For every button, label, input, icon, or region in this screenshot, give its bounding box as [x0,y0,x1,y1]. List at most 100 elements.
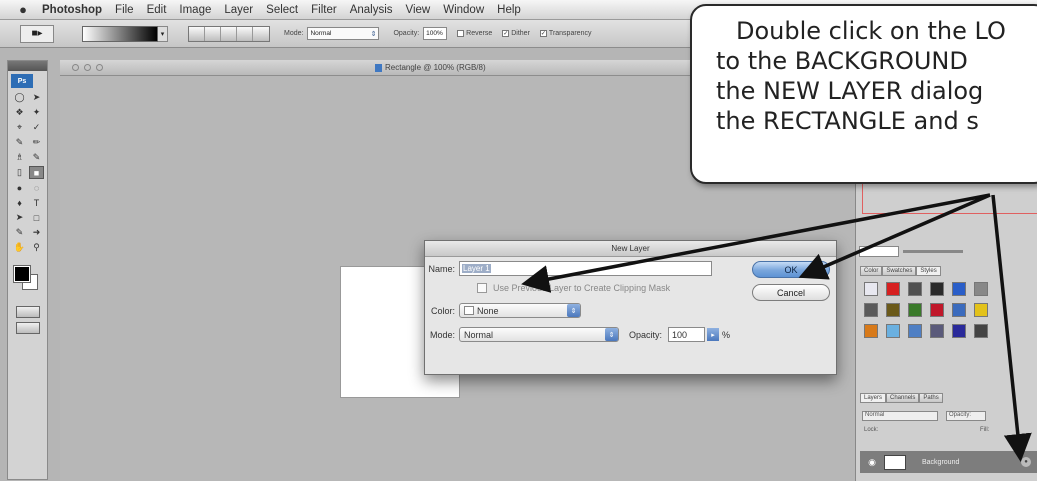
slice-tool-icon[interactable]: ✓ [29,121,44,134]
diamond-gradient-button[interactable] [253,26,269,41]
percent-sign: % [722,329,731,340]
quick-mask-button[interactable] [15,306,40,318]
opacity-slider-arrow-icon[interactable]: ▸ [707,328,720,341]
path-selection-tool-icon[interactable]: ➤ [12,211,27,224]
reverse-checkbox[interactable]: Reverse [457,30,492,37]
zoom-slider[interactable] [903,249,963,253]
screen-mode-button[interactable] [15,322,40,334]
dodge-tool-icon[interactable]: ◌ [29,181,44,194]
close-window-icon[interactable] [72,64,79,71]
crop-tool-icon[interactable]: ⌖ [12,121,27,134]
style-swatch[interactable] [864,303,878,317]
panel-header[interactable] [8,61,47,71]
style-swatch[interactable] [930,303,944,317]
tab-paths[interactable]: Paths [919,393,943,403]
gradient-tool-selected-icon[interactable]: ■ [29,166,44,179]
menu-photoshop[interactable]: Photoshop [42,4,102,16]
mode-select[interactable]: Normal ⇕ [307,27,380,40]
lock-icon[interactable]: ● [1021,457,1031,467]
radial-gradient-button[interactable] [205,26,221,41]
tab-layers[interactable]: Layers [860,393,887,403]
gradient-dropdown[interactable]: ▾ [158,25,168,42]
style-swatch[interactable] [908,324,922,338]
style-swatch[interactable] [952,282,966,296]
layer-name-input[interactable]: Layer 1 [459,261,712,276]
reflected-gradient-button[interactable] [237,26,253,41]
style-swatch[interactable] [864,324,878,338]
tab-styles[interactable]: Styles [916,266,941,276]
name-row: Name: Layer 1 [427,261,712,276]
transparency-checkbox[interactable]: ✓ Transparency [539,30,591,37]
style-swatch[interactable] [864,282,878,296]
notes-tool-icon[interactable]: ✎ [12,226,27,239]
layer-opacity-label: Opacity: [946,411,986,421]
style-swatch[interactable] [952,303,966,317]
menu-window[interactable]: Window [443,4,484,16]
eyedropper-tool-icon[interactable]: ➜ [29,226,44,239]
move-tool-icon[interactable]: ➤ [29,91,44,104]
marquee-tool-icon[interactable]: ◯ [12,91,27,104]
brush-tool-icon[interactable]: ✏ [29,136,44,149]
tool-preset-picker[interactable]: ■▸ [20,24,54,43]
style-swatch[interactable] [908,282,922,296]
eraser-tool-icon[interactable]: ▯ [12,166,27,179]
zoom-field[interactable] [859,245,899,257]
rectangle-tool-icon[interactable]: □ [29,211,44,224]
tab-channels[interactable]: Channels [886,393,920,403]
apple-menu-icon[interactable]: ● [16,2,30,17]
style-swatch[interactable] [886,303,900,317]
hand-tool-icon[interactable]: ✋ [12,241,27,254]
opacity-field[interactable]: 100% [423,27,448,40]
history-brush-tool-icon[interactable]: ✎ [29,151,44,164]
tab-color[interactable]: Color [860,266,883,276]
gradient-swatch[interactable] [82,25,158,42]
zoom-window-icon[interactable] [96,64,103,71]
style-swatch[interactable] [930,282,944,296]
type-tool-icon[interactable]: T [29,196,44,209]
style-swatch[interactable] [908,303,922,317]
blur-tool-icon[interactable]: ● [12,181,27,194]
minimize-window-icon[interactable] [84,64,91,71]
healing-brush-tool-icon[interactable]: ✎ [12,136,27,149]
color-popup[interactable]: None ⇕ [459,303,581,318]
dither-label: Dither [511,30,530,37]
style-swatch[interactable] [952,324,966,338]
zoom-tool-icon[interactable]: ⚲ [29,241,44,254]
cancel-button[interactable]: Cancel [752,284,830,301]
dialog-mode-popup[interactable]: Normal ⇕ [459,327,619,342]
ok-button[interactable]: OK [752,261,830,278]
pen-tool-icon[interactable]: ♦ [12,196,27,209]
foreground-color-swatch[interactable] [13,265,31,283]
style-swatch[interactable] [974,324,988,338]
style-swatch[interactable] [886,324,900,338]
styles-grid [864,282,990,338]
angle-gradient-button[interactable] [221,26,237,41]
menu-analysis[interactable]: Analysis [350,4,393,16]
menu-layer[interactable]: Layer [224,4,253,16]
menu-help[interactable]: Help [497,4,521,16]
clone-stamp-tool-icon[interactable]: ♗ [12,151,27,164]
eye-visibility-icon[interactable]: ◉ [866,456,878,468]
dither-checkbox[interactable]: ✓ Dither [502,30,530,37]
blend-mode-select[interactable]: Normal [862,411,938,421]
menu-filter[interactable]: Filter [311,4,337,16]
menu-file[interactable]: File [115,4,134,16]
magic-wand-tool-icon[interactable]: ✦ [29,106,44,119]
menu-select[interactable]: Select [266,4,298,16]
menu-image[interactable]: Image [179,4,211,16]
dialog-opacity-input[interactable]: 100 [668,327,706,342]
document-title-text: Rectangle @ 100% (RGB/8) [385,63,486,72]
style-swatch[interactable] [886,282,900,296]
menu-view[interactable]: View [406,4,431,16]
style-swatch[interactable] [974,303,988,317]
style-swatch[interactable] [974,282,988,296]
style-swatch[interactable] [930,324,944,338]
menu-edit[interactable]: Edit [147,4,167,16]
linear-gradient-button[interactable] [189,26,205,41]
lasso-tool-icon[interactable]: ❖ [12,106,27,119]
clipping-mask-checkbox[interactable] [477,283,487,293]
tab-swatches[interactable]: Swatches [882,266,917,276]
background-layer-row[interactable]: ◉ Background ● [860,451,1037,473]
background-layer-name[interactable]: Background [922,459,959,466]
document-title: Rectangle @ 100% (RGB/8) [375,63,486,72]
